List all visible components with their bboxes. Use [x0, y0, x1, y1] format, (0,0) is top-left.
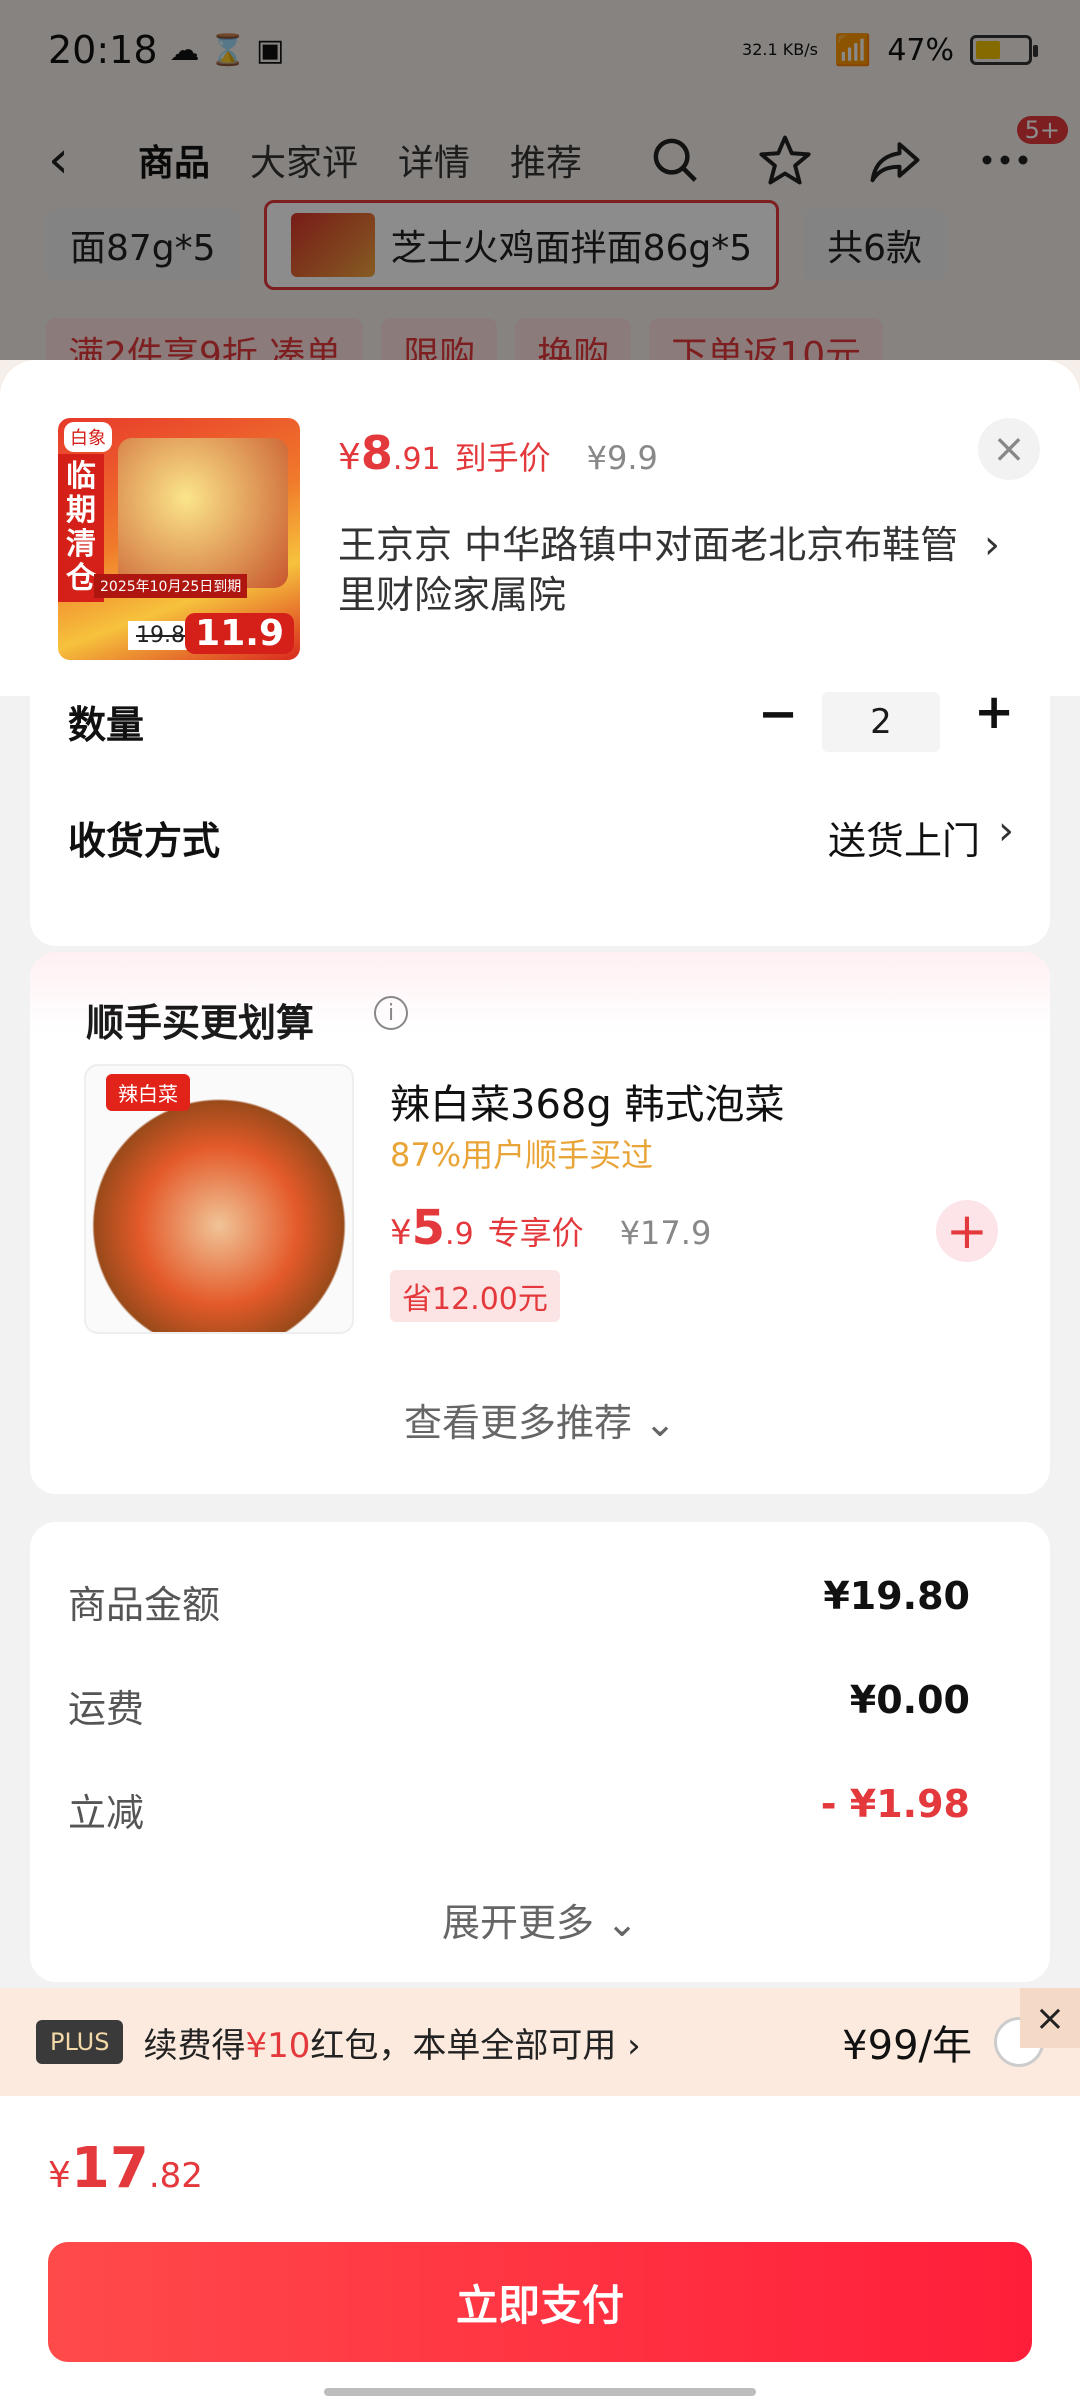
final-price: ¥ 8 .91 到手价 ¥9.9 [338, 426, 658, 480]
more-recommendations-link[interactable]: 查看更多推荐 ⌄ [30, 1392, 1050, 1447]
rec-price-decimal: .9 [445, 1217, 474, 1252]
plus-icon[interactable]: + [974, 684, 1014, 740]
product-image-new-price: 11.9 [185, 613, 294, 654]
plus-text-a: 续费得 [143, 2025, 246, 2066]
summary-label: 运费 [68, 1687, 145, 1731]
shipping-method-value[interactable]: 送货上门 [828, 810, 980, 865]
rec-original-price: ¥17.9 [619, 1214, 712, 1252]
minus-icon[interactable]: − [758, 686, 798, 742]
price-label: 到手价 [454, 439, 551, 477]
summary-label: 立减 [68, 1791, 145, 1835]
recommended-product-name[interactable]: 辣白菜368g 韩式泡菜 [390, 1072, 784, 1130]
pay-now-button[interactable]: 立即支付 [48, 2242, 1032, 2362]
info-icon[interactable]: i [374, 996, 408, 1030]
recommendation-title: 顺手买更划算 [86, 1001, 315, 1045]
product-expiry-label: 2025年10月25日到期 [94, 574, 248, 598]
product-image: 白象 临期清仓 2025年10月25日到期 19.8 11.9 [58, 418, 300, 660]
plus-badge: PLUS [36, 2020, 124, 2064]
summary-value: ¥0.00 [849, 1678, 970, 1722]
price-currency: ¥ [338, 437, 361, 478]
checkout-sheet: 白象 临期清仓 2025年10月25日到期 19.8 11.9 ¥ 8 .91 … [0, 360, 1080, 2400]
savings-badge: 省12.00元 [390, 1270, 560, 1322]
quantity-label: 数量 [68, 703, 145, 747]
original-price: ¥9.9 [586, 439, 658, 477]
summary-label: 商品金额 [68, 1583, 221, 1627]
add-to-order-plus-icon[interactable]: + [936, 1200, 998, 1262]
summary-row-discount: 立减 - ¥1.98 [68, 1782, 970, 1837]
quantity-input[interactable]: 2 [822, 692, 940, 752]
rec-price-integer: 5 [411, 1200, 446, 1256]
close-icon[interactable]: × [978, 418, 1040, 480]
delivery-address[interactable]: 王京京 中华路镇中对面老北京布鞋管里财险家属院 [338, 520, 978, 620]
product-pack-graphic [118, 438, 288, 588]
summary-value: ¥19.80 [823, 1574, 970, 1618]
product-brand-logo: 白象 [64, 422, 112, 452]
order-options-card: 数量 − 2 + 收货方式 送货上门 › [30, 684, 1050, 946]
sheet-header: 白象 临期清仓 2025年10月25日到期 19.8 11.9 ¥ 8 .91 … [0, 360, 1080, 696]
total-price: ¥ 17 .82 [48, 2136, 203, 2201]
rec-price-currency: ¥ [390, 1213, 412, 1253]
summary-row-subtotal: 商品金额 ¥19.80 [68, 1574, 970, 1629]
product-image-old-price: 19.8 [128, 621, 193, 650]
plus-text-amount: ¥10 [245, 2025, 311, 2066]
payment-bar: ¥ 17 .82 立即支付 [0, 2096, 1080, 2400]
home-indicator[interactable] [324, 2388, 756, 2396]
total-integer: 17 [70, 2136, 149, 2201]
price-summary-card: 商品金额 ¥19.80 运费 ¥0.00 立减 - ¥1.98 展开更多 ⌄ [30, 1522, 1050, 1982]
chevron-right-icon[interactable]: › [984, 522, 1000, 568]
recommended-image-label: 辣白菜 [106, 1074, 190, 1111]
plus-membership-bar: PLUS 续费得¥10红包，本单全部可用 › ¥99/年 × [0, 1988, 1080, 2096]
plus-text-b: 红包，本单全部可用 › [310, 2025, 641, 2066]
plus-offer-text[interactable]: 续费得¥10红包，本单全部可用 › [143, 2018, 640, 2067]
recommended-product-image[interactable]: 辣白菜 [84, 1064, 354, 1334]
rec-price-label: 专享价 [487, 1214, 584, 1252]
close-icon[interactable]: × [1020, 1988, 1080, 2048]
chevron-right-icon[interactable]: › [998, 808, 1014, 854]
summary-row-shipping: 运费 ¥0.00 [68, 1678, 970, 1733]
recommendation-card: 顺手买更划算 i 辣白菜 辣白菜368g 韩式泡菜 87%用户顺手买过 ¥ 5 … [30, 952, 1050, 1494]
expand-more-link[interactable]: 展开更多 ⌄ [30, 1892, 1050, 1947]
total-currency: ¥ [48, 2155, 71, 2196]
plus-price: ¥99/年 [842, 2023, 972, 2069]
summary-value: - ¥1.98 [820, 1782, 970, 1826]
shipping-method-label: 收货方式 [68, 819, 221, 863]
recommended-product-social-proof: 87%用户顺手买过 [390, 1136, 654, 1174]
price-decimal: .91 [392, 442, 441, 477]
price-integer: 8 [360, 426, 393, 480]
recommended-product-price: ¥ 5 .9 专享价 ¥17.9 [390, 1200, 711, 1256]
modal-dim-overlay[interactable] [0, 0, 1080, 360]
total-decimal: .82 [148, 2156, 203, 2196]
